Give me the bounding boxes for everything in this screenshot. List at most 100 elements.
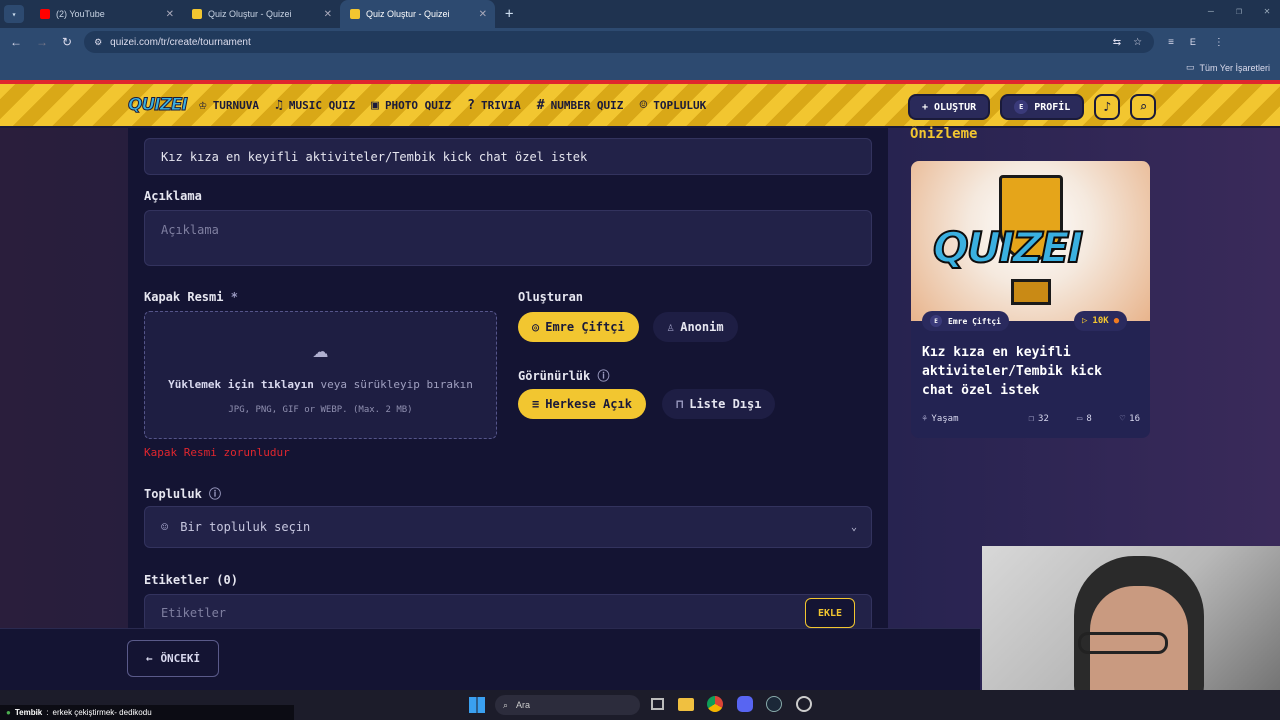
window-controls: — ❐ ✕ xyxy=(1208,6,1270,17)
bookmark-star-icon[interactable]: ☆ xyxy=(1133,37,1142,48)
previous-button[interactable]: ← ÖNCEKİ xyxy=(127,640,219,677)
community-label: Topluluk ⓘ xyxy=(144,487,222,501)
browser-tab-bar: ▾ (2) YouTube ✕ Quiz Oluştur - Quizei ✕ … xyxy=(0,0,1280,28)
browser-tab-quizei-active[interactable]: Quiz Oluştur - Quizei ✕ xyxy=(340,0,495,28)
category-icon: ⚘ xyxy=(922,414,928,424)
streamer-glasses xyxy=(1078,632,1168,654)
media-control-icon[interactable]: ≡ xyxy=(1168,37,1174,48)
reload-icon[interactable]: ↻ xyxy=(62,35,72,49)
community-select[interactable]: ☺ Bir topluluk seçin ⌄ xyxy=(144,506,872,548)
lock-icon: ⊓ xyxy=(676,397,684,411)
discord-icon[interactable] xyxy=(737,696,753,712)
plus-icon: + xyxy=(922,101,929,113)
steam-icon[interactable] xyxy=(766,696,782,712)
close-tab-icon[interactable]: ✕ xyxy=(324,9,332,20)
browser-tab-youtube[interactable]: (2) YouTube ✕ xyxy=(30,0,182,28)
folder-icon: ▭ xyxy=(1185,62,1195,72)
title-input[interactable]: Kız kıza en keyifli aktiviteler/Tembik k… xyxy=(144,138,872,175)
help-circle-icon[interactable]: ⓘ xyxy=(597,369,609,383)
description-textarea[interactable]: Açıklama xyxy=(144,210,872,266)
plays-badge: ▷ 10K ● xyxy=(1074,311,1128,331)
preview-card[interactable]: QUIZEI E Emre Çiftçi ▷ 10K ● Kız kıza en ke… xyxy=(911,161,1150,438)
profile-avatar[interactable]: E xyxy=(1190,37,1196,47)
tags-label: Etiketler (0) xyxy=(144,573,238,587)
creator-option-user[interactable]: ◎ Emre Çiftçi xyxy=(518,312,639,342)
user-circle-icon: ◎ xyxy=(532,320,540,334)
fire-icon: ● xyxy=(1113,316,1120,326)
upload-instructions: Yüklemek için tıklayın veya sürükleyip b… xyxy=(168,378,473,391)
live-dot-icon: ● xyxy=(6,708,11,717)
bookmarks-bar: ▭ Tüm Yer İşaretleri xyxy=(0,56,1280,80)
tags-input[interactable]: Etiketler xyxy=(144,594,872,632)
notifications-bell-icon[interactable]: ♪ xyxy=(1094,94,1121,120)
forward-arrow-icon[interactable]: → xyxy=(36,35,48,49)
cover-image: QUIZEI xyxy=(911,161,1150,321)
app-icon[interactable] xyxy=(796,696,812,712)
add-tag-button[interactable]: EKLE xyxy=(805,598,855,628)
upload-formats: JPG, PNG, GIF or WEBP. (Max. 2 MB) xyxy=(228,405,413,415)
users-icon: ☺ xyxy=(161,520,169,534)
preview-stats: ⚘ Yaşam ❐ 32 ▭ 8 ♡ 16 xyxy=(922,414,1140,424)
preview-title: Kız kıza en keyifli aktiviteler/Tembik k… xyxy=(922,345,1103,398)
category-label: Yaşam xyxy=(931,414,959,424)
form-footer-bar: ← ÖNCEKİ xyxy=(0,628,980,690)
minimize-icon[interactable]: — xyxy=(1208,6,1214,17)
trophy-base xyxy=(1011,279,1051,305)
creator-option-anonymous[interactable]: ♙ Anonim xyxy=(653,312,738,342)
close-tab-icon[interactable]: ✕ xyxy=(166,9,174,20)
stream-ticker: ● Tembik: erkek çekiştirmek- dedikodu xyxy=(0,705,294,720)
question-count: 32 xyxy=(1038,414,1049,424)
tab-search-button[interactable]: ▾ xyxy=(4,5,24,23)
browser-tab-quizei-1[interactable]: Quiz Oluştur - Quizei ✕ xyxy=(182,0,340,28)
author-badge: E Emre Çiftçi xyxy=(922,311,1009,331)
nav-trivia[interactable]: ? TRIVIA xyxy=(467,98,521,113)
site-navbar: QUIZEI ♔ TURNUVA ♫ MUSIC QUIZ ▣ PHOTO QUIZ … xyxy=(0,80,1280,128)
translate-icon[interactable]: ⇆ xyxy=(1113,37,1121,48)
taskbar-search-input[interactable]: ⌕ Ara xyxy=(495,695,640,715)
chevron-down-icon: ⌄ xyxy=(850,521,857,533)
close-window-icon[interactable]: ✕ xyxy=(1264,6,1270,17)
comment-icon: ▭ xyxy=(1076,414,1083,424)
preview-heading: Önizleme xyxy=(910,126,978,142)
task-view-icon[interactable] xyxy=(651,698,664,710)
nav-music-quiz[interactable]: ♫ MUSIC QUIZ xyxy=(275,98,355,113)
creator-label: Oluşturan xyxy=(518,290,584,304)
site-info-icon[interactable]: ⚙ xyxy=(94,37,102,48)
comment-count: 8 xyxy=(1086,414,1092,424)
quizei-logo[interactable]: QUIZEI xyxy=(128,95,189,116)
cover-image-label: Kapak Resmi * xyxy=(144,290,238,304)
nav-photo-quiz[interactable]: ▣ PHOTO QUIZ xyxy=(371,98,451,113)
nav-topluluk[interactable]: ☺ TOPLULUK xyxy=(639,98,706,113)
cover-image-dropzone[interactable]: ☁ Yüklemek için tıklayın veya sürükleyip… xyxy=(144,311,497,439)
nav-turnuva[interactable]: ♔ TURNUVA xyxy=(199,98,259,113)
users-icon: ☺ xyxy=(639,97,648,113)
chrome-icon[interactable] xyxy=(707,696,723,712)
file-explorer-icon[interactable] xyxy=(678,698,694,711)
create-button[interactable]: + OLUŞTUR xyxy=(908,94,991,120)
maximize-icon[interactable]: ❐ xyxy=(1236,6,1242,17)
search-icon[interactable]: ⌕ xyxy=(1130,94,1157,120)
url-field[interactable]: ⚙ quizei.com/tr/create/tournament ⇆ ☆ xyxy=(84,31,1155,53)
help-circle-icon[interactable]: ⓘ xyxy=(209,487,221,501)
camera-icon: ▣ xyxy=(371,97,379,113)
windows-start-icon[interactable] xyxy=(469,697,485,713)
nav-number-quiz[interactable]: # NUMBER QUIZ xyxy=(537,98,624,113)
play-icon: ▷ xyxy=(1082,316,1088,326)
profile-button[interactable]: E PROFİL xyxy=(1000,94,1085,120)
visibility-option-unlisted[interactable]: ⊓ Liste Dışı xyxy=(662,389,776,419)
new-tab-button[interactable]: + xyxy=(505,6,513,22)
cover-error-text: Kapak Resmi zorunludur xyxy=(144,446,290,459)
visibility-label: Görünürlük ⓘ xyxy=(518,369,610,383)
close-tab-icon[interactable]: ✕ xyxy=(479,9,487,20)
avatar: E xyxy=(1014,100,1029,114)
heart-icon: ♡ xyxy=(1119,414,1126,424)
description-label: Açıklama xyxy=(144,189,202,203)
browser-menu-icon[interactable]: ⋮ xyxy=(1214,37,1224,48)
avatar: E xyxy=(930,315,942,327)
visibility-option-public[interactable]: ≡ Herkese Açık xyxy=(518,389,646,419)
back-arrow-icon[interactable]: ← xyxy=(10,35,22,49)
quizei-favicon-icon xyxy=(192,9,202,19)
all-bookmarks-folder[interactable]: ▭ Tüm Yer İşaretleri xyxy=(1186,62,1270,73)
cover-logo-text: QUIZEI xyxy=(932,222,1084,273)
question-bubble-icon: ? xyxy=(467,97,475,113)
